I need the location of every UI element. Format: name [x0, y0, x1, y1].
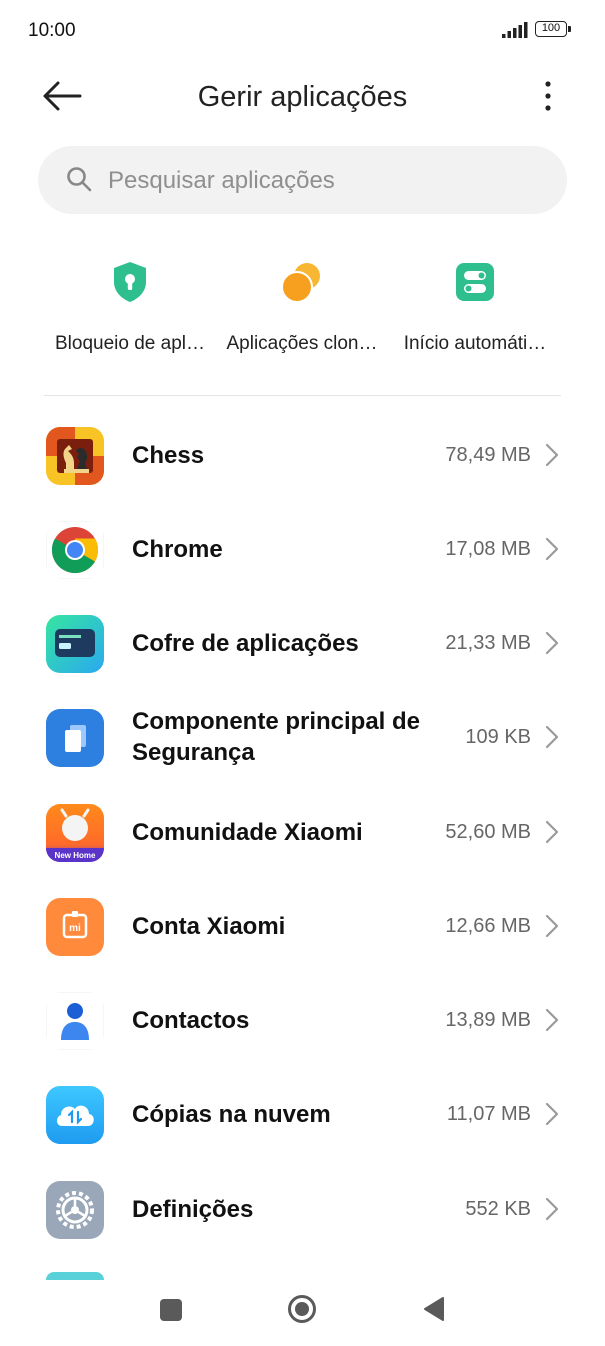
divider [44, 395, 561, 396]
app-size: 52,60 MB [445, 820, 531, 843]
search-input[interactable] [106, 156, 540, 206]
shortcut-label: Aplicações clon… [226, 333, 378, 354]
chevron-right-icon [545, 1197, 559, 1221]
chevron-right-icon [545, 1102, 559, 1126]
xiaomi-account-icon: mi [46, 898, 104, 956]
partial-app-icon [46, 1272, 104, 1280]
app-size: 21,33 MB [445, 631, 531, 654]
security-component-icon [46, 709, 104, 767]
app-row-xiaomi-account[interactable]: mi Conta Xiaomi 12,66 MB [0, 879, 605, 973]
app-name: Componente principal de Segurança [132, 708, 421, 766]
app-row-settings[interactable]: Definições 552 KB [0, 1162, 605, 1256]
chevron-right-icon [545, 631, 559, 655]
chevron-right-icon [545, 537, 559, 561]
cloud-backup-icon [46, 1086, 104, 1144]
app-size: 78,49 MB [445, 443, 531, 466]
chevron-right-icon [545, 914, 559, 938]
status-bar: 10:00 100 [0, 0, 605, 60]
app-row-cloud-backup[interactable]: Cópias na nuvem 11,07 MB [0, 1067, 605, 1161]
toggle-switches-icon [456, 263, 494, 301]
status-time: 10:00 [28, 20, 76, 41]
shield-lock-icon [114, 262, 146, 302]
shortcut-app-lock[interactable]: Bloqueio de apl… [40, 260, 220, 355]
more-options-icon[interactable] [536, 78, 560, 114]
app-size: 12,66 MB [445, 914, 531, 937]
shortcut-autostart[interactable]: Início automáti… [385, 260, 565, 355]
page-title: Gerir aplicações [197, 81, 408, 113]
app-name: Comunidade Xiaomi [132, 818, 363, 846]
app-row-contacts[interactable]: Contactos 13,89 MB [0, 973, 605, 1067]
app-row-security-component[interactable]: Componente principal de Segurança 109 KB [0, 690, 605, 784]
chrome-app-icon [46, 521, 104, 579]
app-icon-badge: New Home [55, 851, 96, 860]
shortcut-label: Bloqueio de apl… [55, 333, 205, 354]
chevron-right-icon [545, 1008, 559, 1032]
app-size: 17,08 MB [445, 537, 531, 560]
dual-circles-icon [281, 263, 320, 303]
app-icon-badge: mi [69, 923, 81, 934]
chevron-right-icon [545, 820, 559, 844]
shortcut-dual-apps[interactable]: Aplicações clon… [212, 260, 392, 355]
recents-button[interactable] [160, 1299, 182, 1321]
home-button[interactable] [287, 1294, 317, 1324]
signal-icon [502, 22, 528, 38]
app-size: 552 KB [465, 1197, 531, 1220]
back-button[interactable] [423, 1296, 445, 1322]
app-size: 11,07 MB [446, 1102, 531, 1125]
app-name: Conta Xiaomi [132, 912, 286, 940]
app-size: 13,89 MB [445, 1008, 531, 1031]
search-bar[interactable] [38, 146, 567, 214]
navigation-bar [0, 1280, 605, 1346]
app-name: Chrome [132, 535, 223, 563]
xiaomi-community-icon: New Home [46, 804, 104, 862]
app-name: Cofre de aplicações [132, 629, 359, 657]
app-row-chess[interactable]: Chess 78,49 MB [0, 408, 605, 502]
app-name: Contactos [132, 1006, 250, 1034]
app-name: Chess [132, 441, 205, 469]
chevron-right-icon [545, 725, 559, 749]
settings-app-icon [46, 1181, 104, 1239]
app-size: 109 KB [465, 725, 531, 748]
battery-icon: 100 [535, 21, 571, 37]
app-row-app-vault[interactable]: Cofre de aplicações 21,33 MB [0, 596, 605, 690]
app-vault-icon [46, 615, 104, 673]
app-row-xiaomi-community[interactable]: New Home Comunidade Xiaomi 52,60 MB [0, 785, 605, 879]
app-name: Cópias na nuvem [132, 1100, 331, 1128]
chevron-right-icon [545, 443, 559, 467]
chess-app-icon [46, 427, 104, 485]
app-name: Definições [132, 1195, 254, 1223]
search-icon [67, 167, 92, 192]
contacts-app-icon [46, 992, 104, 1050]
app-row-chrome[interactable]: Chrome 17,08 MB [0, 502, 605, 596]
shortcut-label: Início automáti… [403, 333, 547, 354]
